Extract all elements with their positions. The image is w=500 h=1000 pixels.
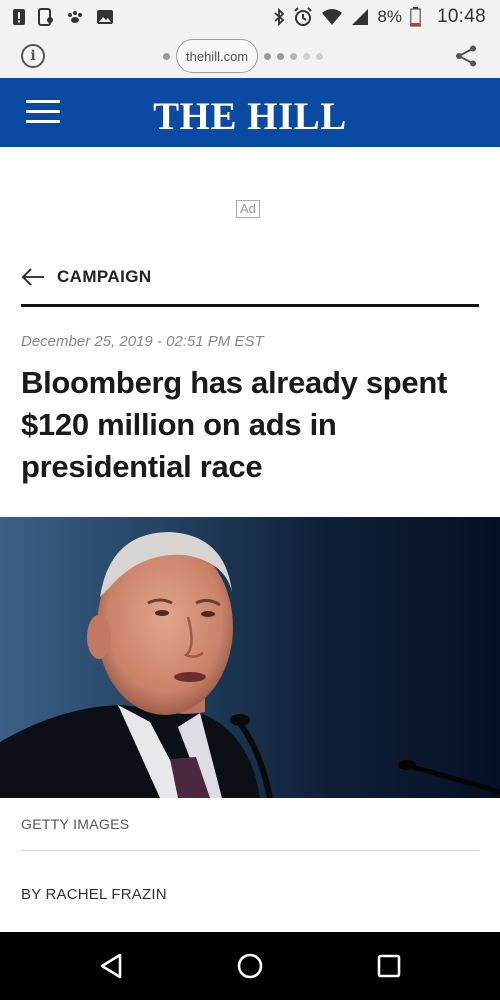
battery-percent: 8% [377, 7, 402, 26]
site-header: THE HILL [0, 78, 500, 147]
article-byline: BY RACHEL FRAZIN [21, 886, 167, 903]
url-pill[interactable]: thehill.com [176, 39, 259, 73]
url-text: thehill.com [186, 48, 249, 64]
article-date: December 25, 2019 - 02:51 PM EST [21, 333, 264, 350]
back-triangle-icon[interactable] [98, 952, 126, 980]
article-headline: Bloomberg has already spent $120 million… [21, 365, 448, 484]
recents-square-icon[interactable] [375, 952, 403, 980]
image-icon [97, 10, 113, 24]
photo-credit: GETTY IMAGES [21, 816, 130, 832]
signal-icon [352, 9, 369, 25]
system-status: 8% 10:48 [273, 6, 486, 28]
page-dot [163, 52, 170, 60]
browser-toolbar: i thehill.com [0, 34, 500, 78]
site-logo[interactable]: THE HILL [0, 94, 500, 139]
bluetooth-icon [274, 8, 285, 26]
tablet-icon [38, 8, 53, 26]
info-icon[interactable]: i [21, 44, 45, 68]
article-photo [0, 517, 500, 798]
section-nav[interactable]: CAMPAIGN [21, 262, 479, 292]
ad-slot: Ad [0, 147, 500, 257]
status-bar: 8% 10:48 [0, 0, 500, 34]
home-circle-icon[interactable] [236, 952, 264, 980]
divider [21, 850, 479, 851]
page-dot [290, 52, 298, 60]
battery-icon [410, 7, 421, 27]
notification-icons [12, 8, 114, 26]
page-dot [277, 52, 285, 60]
ad-badge[interactable]: Ad [236, 200, 260, 218]
paw-icon [68, 11, 82, 23]
section-divider [21, 304, 479, 307]
page-dot [264, 52, 272, 60]
system-nav-bar [0, 932, 500, 1000]
url-carousel: thehill.com [163, 39, 324, 73]
page-dot [303, 52, 311, 60]
alarm-icon [294, 7, 313, 26]
clock: 10:48 [436, 6, 486, 27]
arrow-left-icon[interactable] [21, 267, 45, 287]
portrait-illustration [0, 517, 500, 798]
page-dot [316, 52, 324, 60]
alert-icon [13, 9, 25, 25]
share-icon[interactable] [454, 44, 478, 68]
wifi-icon [322, 9, 343, 25]
section-label[interactable]: CAMPAIGN [57, 267, 152, 287]
